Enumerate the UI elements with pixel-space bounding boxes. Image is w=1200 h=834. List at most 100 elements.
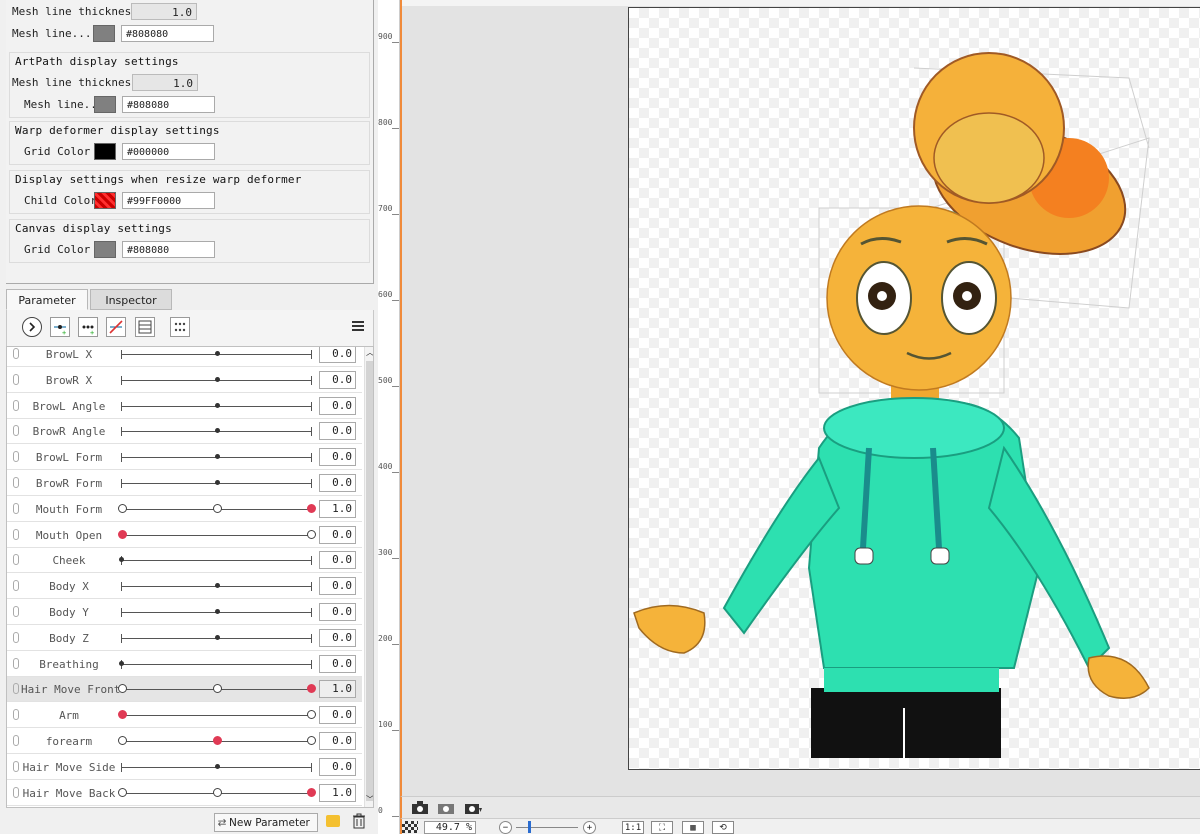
link-icon[interactable]	[13, 631, 19, 643]
transparency-icon[interactable]	[402, 821, 418, 833]
color-swatch[interactable]	[94, 241, 116, 258]
parameter-value[interactable]: 0.0	[319, 448, 356, 467]
parameter-row[interactable]: Hair Move Back 1.0	[7, 781, 362, 806]
link-icon[interactable]	[13, 606, 19, 617]
link-icon[interactable]	[13, 554, 19, 566]
parameter-row[interactable]: Body Y 0.0	[7, 600, 362, 625]
color-hex-field[interactable]: #000000	[122, 143, 215, 160]
parameter-value[interactable]: 0.0	[319, 370, 356, 389]
color-hex-field[interactable]: #808080	[121, 25, 214, 42]
thickness-field[interactable]: 1.0	[131, 3, 197, 20]
parameter-slider[interactable]	[121, 633, 312, 643]
link-icon[interactable]	[13, 786, 19, 798]
delete-key-icon[interactable]	[106, 317, 126, 337]
parameter-value[interactable]: 0.0	[319, 757, 356, 776]
parameter-value[interactable]: 0.0	[319, 396, 356, 415]
key-point[interactable]	[307, 529, 316, 539]
key-point[interactable]	[307, 736, 316, 745]
slider-thumb[interactable]	[214, 402, 220, 408]
parameter-value[interactable]: 0.0	[319, 603, 356, 621]
link-icon[interactable]	[13, 735, 19, 746]
active-key-point[interactable]	[212, 736, 222, 745]
parameter-slider[interactable]	[118, 503, 316, 513]
camera-icon[interactable]	[411, 800, 429, 815]
parameter-value[interactable]: 0.0	[319, 525, 356, 544]
parameter-slider[interactable]	[121, 401, 312, 411]
parameter-row[interactable]: Mouth Form 1.0	[7, 497, 362, 522]
parameter-row[interactable]: forearm 0.0	[7, 729, 362, 754]
parameter-row[interactable]: BrowR Form 0.0	[7, 471, 362, 496]
parameter-slider[interactable]	[121, 350, 312, 359]
link-icon[interactable]	[13, 528, 19, 540]
color-swatch[interactable]	[94, 192, 116, 209]
parameter-value[interactable]: 1.0	[319, 783, 356, 802]
parameter-slider[interactable]	[119, 659, 312, 669]
menu-icon[interactable]	[352, 320, 364, 332]
parameter-row[interactable]: Cheek 0.0	[7, 548, 362, 574]
parameter-value[interactable]: 0.0	[319, 628, 356, 647]
parameter-slider[interactable]	[119, 556, 312, 566]
color-hex-field[interactable]: #808080	[122, 241, 215, 258]
parameter-slider[interactable]	[121, 427, 312, 437]
circle-arrow-icon[interactable]	[22, 317, 42, 337]
slider-thumb[interactable]	[214, 763, 220, 769]
link-icon[interactable]	[13, 348, 19, 359]
link-icon[interactable]	[13, 502, 19, 514]
key-point[interactable]	[212, 684, 222, 694]
parameter-value[interactable]: 0.0	[319, 732, 356, 750]
parameter-slider[interactable]	[118, 736, 316, 745]
parameter-row[interactable]: BrowL X 0.0	[7, 347, 362, 367]
parameter-value[interactable]: 0.0	[319, 706, 356, 725]
trash-icon[interactable]	[352, 813, 366, 829]
parameter-slider[interactable]	[121, 479, 312, 488]
parameter-slider[interactable]	[118, 710, 316, 720]
color-hex-field[interactable]: #99FF0000	[122, 192, 215, 209]
scroll-thumb[interactable]	[366, 361, 373, 801]
color-swatch[interactable]	[93, 25, 115, 42]
parameter-slider[interactable]	[118, 684, 316, 694]
parameter-value[interactable]: 0.0	[319, 654, 356, 673]
thickness-field[interactable]: 1.0	[132, 74, 198, 91]
parameter-row[interactable]: Mouth Open 0.0	[7, 523, 362, 548]
link-icon[interactable]	[13, 451, 19, 463]
link-icon[interactable]	[13, 760, 19, 772]
reset-view-icon[interactable]: ⟲	[712, 821, 734, 834]
link-icon[interactable]	[13, 657, 19, 669]
parameter-row[interactable]: BrowR Angle 0.0	[7, 419, 362, 445]
zoom-out-icon[interactable]: −	[499, 821, 512, 834]
canvas-view[interactable]	[400, 0, 1200, 834]
slider-thumb[interactable]	[214, 480, 220, 485]
parameter-value[interactable]: 1.0	[319, 499, 356, 518]
slider-thumb[interactable]	[119, 660, 124, 666]
parameter-row[interactable]: Body Z 0.0	[7, 626, 362, 651]
key-point[interactable]	[118, 684, 127, 694]
parameter-value[interactable]: 0.0	[319, 551, 356, 570]
parameter-value[interactable]: 0.0	[319, 474, 356, 492]
parameter-slider[interactable]	[121, 453, 312, 463]
slider-thumb[interactable]	[214, 454, 220, 460]
tab-parameter[interactable]: Parameter	[6, 289, 88, 310]
parameter-scrollbar[interactable]: ︿ ﹀	[364, 347, 373, 807]
parameter-slider[interactable]	[121, 608, 312, 617]
parameter-slider[interactable]	[121, 375, 312, 385]
parameter-row[interactable]: Arm 0.0	[7, 703, 362, 729]
camera-save-icon[interactable]	[464, 800, 482, 815]
canvas-paper[interactable]	[628, 7, 1200, 770]
add-key-icon[interactable]: +	[50, 317, 70, 337]
grid-toggle-icon[interactable]: ▦	[682, 821, 704, 834]
key-point[interactable]	[212, 503, 222, 513]
zoom-in-icon[interactable]: +	[583, 821, 596, 834]
slider-thumb[interactable]	[214, 428, 220, 434]
key-layout-icon[interactable]	[170, 317, 190, 337]
parameter-slider[interactable]	[121, 762, 312, 772]
folder-icon[interactable]	[326, 815, 340, 827]
color-swatch[interactable]	[94, 143, 116, 160]
tab-inspector[interactable]: Inspector	[90, 289, 172, 310]
zoom-slider-thumb[interactable]	[528, 821, 531, 833]
slider-thumb[interactable]	[214, 583, 220, 589]
parameter-slider[interactable]	[118, 529, 316, 539]
parameter-row[interactable]: BrowL Form 0.0	[7, 445, 362, 471]
link-icon[interactable]	[13, 580, 19, 592]
parameter-row[interactable]: Hair Move Front 1.0	[7, 677, 362, 703]
active-key-point[interactable]	[307, 787, 316, 797]
